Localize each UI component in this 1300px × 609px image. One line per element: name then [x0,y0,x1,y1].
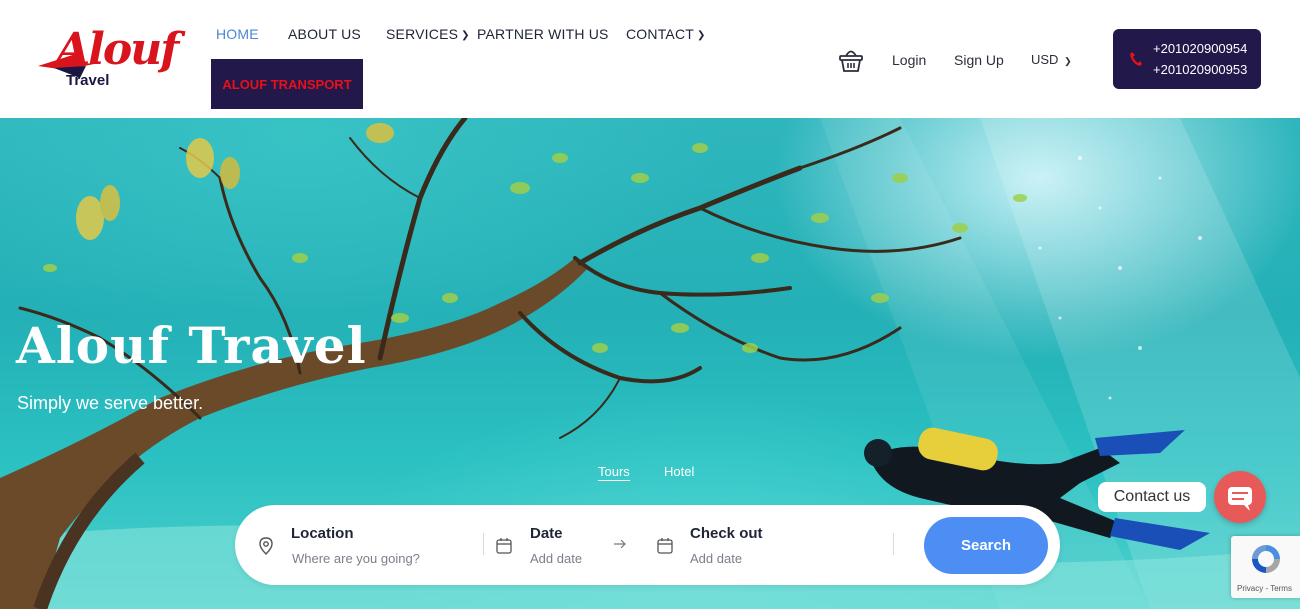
search-button[interactable]: Search [924,517,1048,574]
nav-services[interactable]: SERVICES ❯ [386,26,470,42]
phone-number-1[interactable]: +201020900954 [1153,41,1247,56]
location-input[interactable]: Where are you going? [292,551,420,566]
contact-us-text: Contact us [1113,488,1191,505]
nav-home[interactable]: HOME [216,26,259,42]
nav-partner-with-us[interactable]: PARTNER WITH US [477,26,609,42]
date-input[interactable]: Add date [530,551,582,566]
location-label: Location [291,525,354,542]
signup-link[interactable]: Sign Up [954,52,1004,68]
recaptcha-badge[interactable]: Privacy - Terms [1231,536,1300,598]
chevron-down-icon: ❯ [461,30,470,41]
transport-label: ALOUF TRANSPORT [222,76,352,92]
nav-services-label: SERVICES [386,26,459,42]
phone-icon [1130,52,1142,66]
nav-home-label: HOME [216,26,259,42]
hero-subtitle: Simply we serve better. [17,393,204,413]
brand-logo[interactable]: Alouf Travel [36,24,179,94]
divider [893,533,894,555]
currency-selector[interactable]: USD ❯ [1031,52,1072,67]
hero-title: Alouf Travel [16,316,367,375]
calendar-icon [496,538,512,554]
page: Alouf Travel HOME ABOUT US SERVICES ❯ PAR… [0,0,1300,609]
recaptcha-icon [1252,545,1280,573]
tab-hotel[interactable]: Hotel [664,464,694,479]
divider [483,533,484,555]
date-field[interactable]: Date Add date [495,505,615,585]
hero-banner: Alouf Travel Simply we serve better. Tou… [0,118,1300,609]
recaptcha-links[interactable]: Privacy - Terms [1237,584,1292,593]
arrow-right-icon [614,539,626,549]
contact-us-label[interactable]: Contact us [1098,482,1206,512]
chevron-down-icon: ❯ [697,30,706,41]
date-label: Date [530,525,563,542]
phone-contact-box[interactable]: +201020900954 +201020900953 [1113,29,1261,89]
search-bar: Location Where are you going? Date Add d… [235,505,1060,585]
currency-value: USD [1031,52,1059,67]
tab-tours[interactable]: Tours [598,464,630,481]
basket-icon[interactable] [838,46,864,74]
checkout-input[interactable]: Add date [690,551,742,566]
site-header: Alouf Travel HOME ABOUT US SERVICES ❯ PAR… [0,0,1300,118]
logo-subtitle: Travel [66,72,110,89]
nav-contact[interactable]: CONTACT ❯ [626,26,706,42]
nav-about-label: ABOUT US [288,26,361,42]
chat-button[interactable] [1214,471,1266,523]
nav-partner-label: PARTNER WITH US [477,26,609,42]
phone-number-2[interactable]: +201020900953 [1153,62,1247,77]
chevron-down-icon: ❯ [1064,56,1072,66]
checkout-field[interactable]: Check out Add date [655,505,885,585]
chat-icon [1228,487,1252,511]
location-pin-icon [259,537,273,555]
alouf-transport-button[interactable]: ALOUF TRANSPORT [211,59,363,109]
calendar-icon [657,538,673,554]
login-link[interactable]: Login [892,52,926,68]
nav-contact-label: CONTACT [626,26,695,42]
checkout-label: Check out [690,525,763,542]
logo-wordmark: Alouf [56,24,179,75]
nav-about-us[interactable]: ABOUT US [288,26,361,42]
location-field[interactable]: Location Where are you going? [255,505,480,585]
